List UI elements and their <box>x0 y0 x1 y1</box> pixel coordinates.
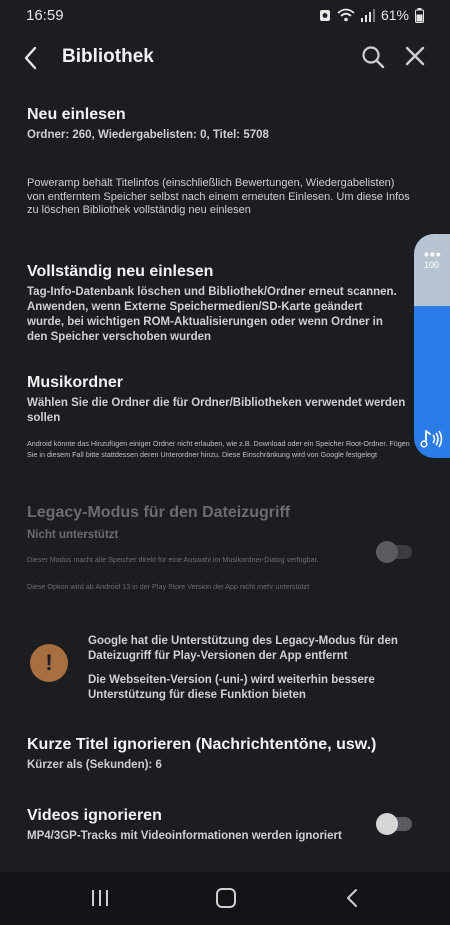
battery-icon <box>415 7 424 23</box>
legacy-mode-toggle <box>376 541 412 563</box>
page-title: Bibliothek <box>62 46 154 67</box>
signal-icon <box>360 8 375 22</box>
warning-text-1: Google hat die Unterstützung des Legacy-… <box>88 635 398 662</box>
warning-text-2: Die Webseiten-Version (-uni-) wird weite… <box>88 674 375 701</box>
toggle-knob <box>376 541 398 563</box>
rescan-title: Neu einlesen <box>27 106 126 123</box>
full-rescan-title: Vollständig neu einlesen <box>27 263 214 280</box>
toggle-knob <box>376 813 398 835</box>
ignore-videos-summary: MP4/3GP-Tracks mit Videoinformationen we… <box>27 830 342 842</box>
home-icon[interactable] <box>216 888 236 908</box>
short-titles-title: Kurze Titel ignorieren (Nachrichtentöne,… <box>27 736 377 753</box>
volume-level-label: 100 <box>424 260 440 270</box>
system-nav-bar <box>0 872 450 925</box>
full-rescan-summary: Tag-Info-Datenbank löschen und Bibliothe… <box>27 286 397 343</box>
wifi-icon <box>337 8 355 22</box>
status-bar: 16:59 61% <box>0 0 450 30</box>
search-icon[interactable] <box>360 44 386 70</box>
nav-back-icon[interactable] <box>345 888 359 908</box>
legacy-mode-note-1: Dieser Modus macht alle Speicher direkt … <box>27 555 319 564</box>
rescan-note: Poweramp behält Titelinfos (einschließli… <box>27 177 410 216</box>
close-icon[interactable] <box>404 45 426 67</box>
status-icons: 61% <box>319 7 424 23</box>
music-folders-summary: Wählen Sie die Ordner die für Ordner/Bib… <box>27 397 406 424</box>
app-bar: Bibliothek <box>0 30 450 86</box>
battery-percent: 61% <box>380 7 409 23</box>
exclamation-icon: ! <box>30 644 68 682</box>
legacy-mode-title: Legacy-Modus für den Dateizugriff <box>27 504 291 521</box>
notification-icon <box>319 10 330 21</box>
short-titles-summary: Kürzer als (Sekunden): 6 <box>27 759 162 771</box>
music-folders-note: Android könnte das Hinzufügen einiger Or… <box>27 439 410 459</box>
rescan-summary: Ordner: 260, Wiedergabelisten: 0, Titel:… <box>27 129 269 141</box>
recents-icon[interactable] <box>90 889 110 907</box>
music-folders-title: Musikordner <box>27 374 124 391</box>
volume-panel-header <box>414 234 450 306</box>
back-arrow-icon[interactable] <box>20 44 44 72</box>
status-time: 16:59 <box>26 6 64 24</box>
ignore-videos-toggle[interactable] <box>376 813 412 835</box>
legacy-mode-summary: Nicht unterstützt <box>27 529 119 541</box>
ignore-videos-title: Videos ignorieren <box>27 807 162 824</box>
legacy-mode-note-2: Diese Option wird ab Android 13 in der P… <box>27 582 310 591</box>
music-note-icon[interactable] <box>420 428 446 450</box>
volume-panel[interactable]: ••• 100 <box>414 234 450 458</box>
